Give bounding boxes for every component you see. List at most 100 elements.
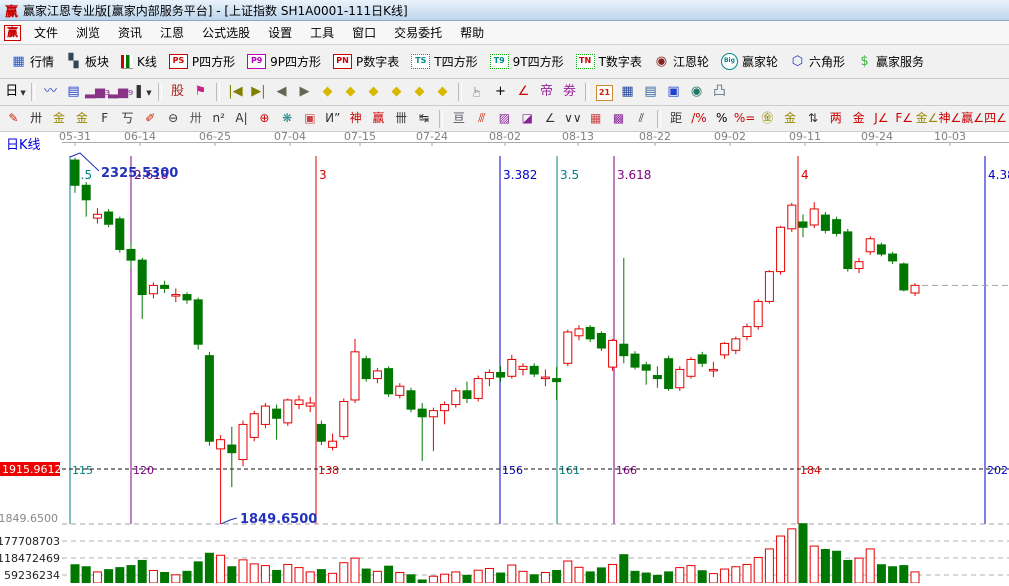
gold-circle-icon[interactable]: ㊎ <box>756 109 779 128</box>
crosshair-icon[interactable]: + <box>489 82 512 102</box>
purple-grid-2-icon[interactable]: ◪ <box>516 109 539 128</box>
gann-wheel-button[interactable]: ◉江恩轮 <box>649 52 714 71</box>
star-grid-icon[interactable]: ❋ <box>276 109 299 128</box>
ying-ruler-icon[interactable]: 赢 <box>367 109 390 128</box>
menu-item-6[interactable]: 工具 <box>301 22 343 43</box>
hexagon-button[interactable]: ⬡六角形 <box>785 52 850 71</box>
drag-hand-icon[interactable]: ☞ <box>466 82 489 102</box>
last-page-icon[interactable]: ▶| <box>247 82 270 102</box>
angle-measure-icon[interactable]: ∠ <box>512 82 535 102</box>
a-ruler-icon[interactable]: A| <box>230 109 253 128</box>
diamond-left-icon[interactable]: ◆ <box>316 82 339 102</box>
calculator-icon[interactable]: ▦ <box>616 82 639 102</box>
wave-mark-icon[interactable]: И” <box>321 109 344 128</box>
p9-square-button[interactable]: P99P四方形 <box>242 52 326 71</box>
calendar-icon[interactable]: 21 <box>593 82 616 102</box>
price-annotation[interactable]: 1849.6500 <box>240 512 317 527</box>
stock-pick-icon[interactable]: 股 <box>166 82 189 102</box>
menu-item-3[interactable]: 江恩 <box>151 22 193 43</box>
menu-item-7[interactable]: 窗口 <box>343 22 385 43</box>
gann-scroll-tool-icon[interactable]: 劵 <box>558 82 581 102</box>
period-day-dropdown[interactable]: 日▼ <box>4 82 27 102</box>
save-icon[interactable]: ▣ <box>662 82 685 102</box>
tick-ruler-icon[interactable]: 卅 <box>185 109 208 128</box>
menu-item-2[interactable]: 资讯 <box>109 22 151 43</box>
brush-icon[interactable]: ✎ <box>2 109 25 128</box>
diamond-plus-icon[interactable]: ◆ <box>431 82 454 102</box>
f-angle-icon[interactable]: F∠ <box>893 109 916 128</box>
winner-service-button[interactable]: $赢家服务 <box>852 52 929 71</box>
frame-tool-icon[interactable]: 亘 <box>447 109 470 128</box>
p-number-button[interactable]: PNP数字表 <box>328 52 404 71</box>
t-square-button[interactable]: TST四方形 <box>406 52 482 71</box>
purple-grid-icon[interactable]: ▨ <box>493 109 516 128</box>
chart-area[interactable]: 05-3106-1406-2507-0407-1507-2408-0208-13… <box>0 132 1009 583</box>
measure-tool-icon[interactable]: 距 <box>665 109 688 128</box>
circle-ruler-icon[interactable]: ⊖ <box>162 109 185 128</box>
red-rays-icon[interactable]: ⫻ <box>470 109 493 128</box>
first-page-icon[interactable]: |◀ <box>224 82 247 102</box>
red-brush-icon[interactable]: ✐ <box>139 109 162 128</box>
flag-brush-icon[interactable]: ⇅ <box>802 109 825 128</box>
print-icon[interactable]: 凸 <box>708 82 731 102</box>
menu-item-5[interactable]: 设置 <box>259 22 301 43</box>
diamond-cross-icon[interactable]: ◆ <box>385 82 408 102</box>
diamond-star-icon[interactable]: ◆ <box>408 82 431 102</box>
quotes-button[interactable]: ▦行情 <box>6 52 59 71</box>
candlestick-chart[interactable]: 05-3106-1406-2507-0407-1507-2408-0208-13… <box>0 132 1009 583</box>
percent-angle-icon[interactable]: /% <box>688 109 711 128</box>
menu-item-0[interactable]: 文件 <box>25 22 67 43</box>
gann-emperor-tool-icon[interactable]: 帝 <box>535 82 558 102</box>
prev-page-icon[interactable]: ◀ <box>270 82 293 102</box>
menu-item-8[interactable]: 交易委托 <box>385 22 451 43</box>
candle-body <box>351 352 359 400</box>
gold-ruler-icon[interactable]: 金 <box>48 109 71 128</box>
net-save-icon[interactable]: ◉ <box>685 82 708 102</box>
winner-wheel-button[interactable]: Big赢家轮 <box>716 52 783 71</box>
percent-level-icon[interactable]: %= <box>733 109 756 128</box>
sectors-button[interactable]: ▚板块 <box>61 52 114 71</box>
diamond-horizontal-icon[interactable]: ◆ <box>362 82 385 102</box>
box-grid-icon[interactable]: ▣ <box>299 109 322 128</box>
s-ruler-icon[interactable]: 丂 <box>116 109 139 128</box>
dense-grid-icon[interactable]: 卌 <box>390 109 413 128</box>
gann-circle-icon[interactable]: ⊕ <box>253 109 276 128</box>
trend-scribble-icon[interactable]: 〰 <box>39 82 62 102</box>
menu-item-1[interactable]: 浏览 <box>67 22 109 43</box>
info-doc-icon[interactable]: ▤ <box>62 82 85 102</box>
ying-angle-icon[interactable]: 赢∠ <box>961 109 984 128</box>
n-square-icon[interactable]: n² <box>207 109 230 128</box>
gold-ruler-2-icon[interactable]: 金 <box>70 109 93 128</box>
menu-item-9[interactable]: 帮助 <box>451 22 493 43</box>
p-square-button[interactable]: PSP四方形 <box>164 52 240 71</box>
percent-icon[interactable]: % <box>710 109 733 128</box>
t-number-button[interactable]: TNT数字表 <box>571 52 647 71</box>
hatch-grid-icon[interactable]: ▩ <box>607 109 630 128</box>
gold-angle-icon[interactable]: 金∠ <box>916 109 939 128</box>
next-page-icon[interactable]: ▶ <box>293 82 316 102</box>
menu-item-4[interactable]: 公式选股 <box>193 22 259 43</box>
parallel-lines-icon[interactable]: ⫽ <box>630 109 653 128</box>
f-ruler-icon[interactable]: F <box>93 109 116 128</box>
four-angle-icon[interactable]: 四∠ <box>984 109 1007 128</box>
zigzag-icon[interactable]: ∨∨ <box>561 109 584 128</box>
chart-9-icon[interactable]: ▂▅₉ <box>108 82 131 102</box>
gold-line-icon[interactable]: 金 <box>847 109 870 128</box>
kline-button[interactable]: K线 <box>116 52 162 71</box>
shen-ruler-icon[interactable]: 神 <box>344 109 367 128</box>
t9-square-button[interactable]: T99T四方形 <box>485 52 569 71</box>
gold-level-icon[interactable]: 金 <box>779 109 802 128</box>
wave-tool-icon[interactable]: 两 <box>824 109 847 128</box>
notepad-icon[interactable]: ▤ <box>639 82 662 102</box>
j-angle-icon[interactable]: J∠ <box>870 109 893 128</box>
shen-angle-icon[interactable]: 神∠ <box>938 109 961 128</box>
candle-style-dropdown[interactable]: ❚▼ <box>131 82 154 102</box>
price-annotation[interactable]: 2325.5300 <box>101 166 178 181</box>
diamond-right-icon[interactable]: ◆ <box>339 82 362 102</box>
angle-lines-icon[interactable]: ∠ <box>539 109 562 128</box>
gann-ruler-icon[interactable]: 卅 <box>25 109 48 128</box>
span-arrow-icon[interactable]: ↹ <box>413 109 436 128</box>
red-grid-icon[interactable]: ▦ <box>584 109 607 128</box>
color-flag-icon[interactable]: ⚑ <box>189 82 212 102</box>
chart-3-icon[interactable]: ▂▅₃ <box>85 82 108 102</box>
